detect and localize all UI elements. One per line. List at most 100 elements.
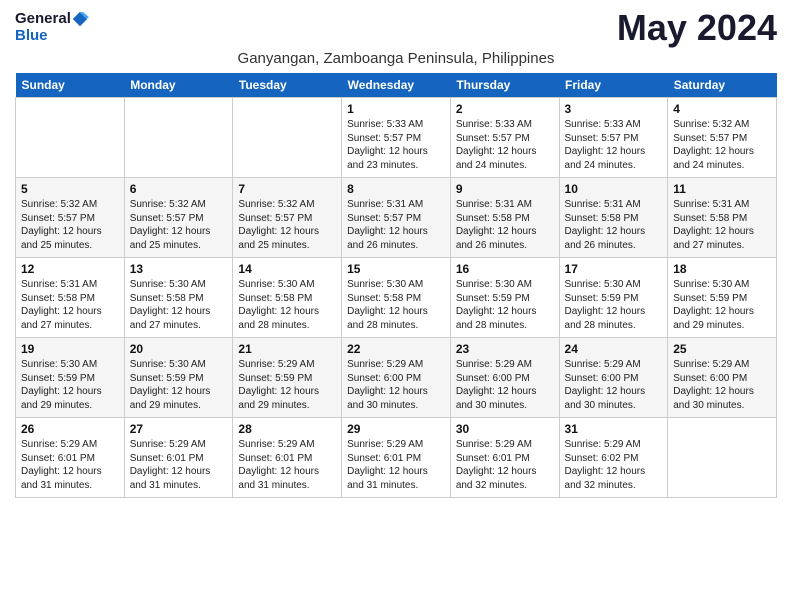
day-number: 9: [456, 182, 554, 196]
calendar-cell: 8 Sunrise: 5:31 AM Sunset: 5:57 PM Daylig…: [342, 178, 451, 258]
calendar-cell: 28 Sunrise: 5:29 AM Sunset: 6:01 PM Dayli…: [233, 418, 342, 498]
calendar-cell: 1Sunrise: 5:33 AM Sunset: 5:57 PM Daylig…: [342, 98, 451, 178]
weekday-header-sunday: Sunday: [16, 73, 125, 98]
calendar-cell: 10 Sunrise: 5:31 AM Sunset: 5:58 PM Dayli…: [559, 178, 668, 258]
calendar-cell: 29 Sunrise: 5:29 AM Sunset: 6:01 PM Dayli…: [342, 418, 451, 498]
day-info: Sunrise: 5:30 AM Sunset: 5:58 PM Dayligh…: [130, 278, 228, 332]
weekday-header-monday: Monday: [124, 73, 233, 98]
day-info: Sunrise: 5:30 AM Sunset: 5:59 PM Dayligh…: [673, 278, 771, 332]
day-info: Sunrise: 5:33 AM Sunset: 5:57 PM Dayligh…: [456, 118, 554, 172]
day-number: 26: [21, 422, 119, 436]
day-number: 18: [673, 262, 771, 276]
day-number: 14: [238, 262, 336, 276]
day-number: 7: [238, 182, 336, 196]
day-info: Sunrise: 5:29 AM Sunset: 6:00 PM Dayligh…: [347, 358, 445, 412]
day-info: Sunrise: 5:30 AM Sunset: 5:59 PM Dayligh…: [130, 358, 228, 412]
day-info: Sunrise: 5:29 AM Sunset: 6:01 PM Dayligh…: [130, 438, 228, 492]
day-number: 28: [238, 422, 336, 436]
logo-icon: [71, 10, 89, 28]
day-info: Sunrise: 5:32 AM Sunset: 5:57 PM Dayligh…: [130, 198, 228, 252]
day-info: Sunrise: 5:30 AM Sunset: 5:58 PM Dayligh…: [347, 278, 445, 332]
calendar-cell: [16, 98, 125, 178]
day-number: 8: [347, 182, 445, 196]
day-number: 23: [456, 342, 554, 356]
day-number: 17: [565, 262, 663, 276]
day-number: 15: [347, 262, 445, 276]
calendar-cell: 17 Sunrise: 5:30 AM Sunset: 5:59 PM Dayli…: [559, 258, 668, 338]
day-info: Sunrise: 5:31 AM Sunset: 5:58 PM Dayligh…: [565, 198, 663, 252]
weekday-header-friday: Friday: [559, 73, 668, 98]
day-info: Sunrise: 5:33 AM Sunset: 5:57 PM Dayligh…: [347, 118, 445, 172]
calendar-cell: 12 Sunrise: 5:31 AM Sunset: 5:58 PM Dayli…: [16, 258, 125, 338]
day-number: 3: [565, 102, 663, 116]
day-number: 16: [456, 262, 554, 276]
month-title: May 2024: [617, 10, 777, 46]
weekday-header-wednesday: Wednesday: [342, 73, 451, 98]
day-number: 20: [130, 342, 228, 356]
calendar-cell: [124, 98, 233, 178]
day-info: Sunrise: 5:32 AM Sunset: 5:57 PM Dayligh…: [21, 198, 119, 252]
day-info: Sunrise: 5:29 AM Sunset: 6:01 PM Dayligh…: [347, 438, 445, 492]
logo-general: General: [15, 11, 71, 28]
day-number: 10: [565, 182, 663, 196]
day-number: 25: [673, 342, 771, 356]
day-info: Sunrise: 5:30 AM Sunset: 5:58 PM Dayligh…: [238, 278, 336, 332]
day-info: Sunrise: 5:29 AM Sunset: 6:02 PM Dayligh…: [565, 438, 663, 492]
day-number: 13: [130, 262, 228, 276]
day-info: Sunrise: 5:30 AM Sunset: 5:59 PM Dayligh…: [456, 278, 554, 332]
calendar-cell: 11Sunrise: 5:31 AM Sunset: 5:58 PM Dayli…: [668, 178, 777, 258]
day-info: Sunrise: 5:32 AM Sunset: 5:57 PM Dayligh…: [238, 198, 336, 252]
day-number: 21: [238, 342, 336, 356]
day-info: Sunrise: 5:31 AM Sunset: 5:57 PM Dayligh…: [347, 198, 445, 252]
calendar-cell: 18 Sunrise: 5:30 AM Sunset: 5:59 PM Dayli…: [668, 258, 777, 338]
logo: General Blue: [15, 10, 89, 45]
calendar-cell: 26Sunrise: 5:29 AM Sunset: 6:01 PM Dayli…: [16, 418, 125, 498]
calendar-cell: 3 Sunrise: 5:33 AM Sunset: 5:57 PM Daylig…: [559, 98, 668, 178]
calendar-cell: 16 Sunrise: 5:30 AM Sunset: 5:59 PM Dayli…: [450, 258, 559, 338]
day-number: 4: [673, 102, 771, 116]
calendar-cell: [668, 418, 777, 498]
week-row-3: 12 Sunrise: 5:31 AM Sunset: 5:58 PM Dayli…: [16, 258, 777, 338]
calendar-cell: 4 Sunrise: 5:32 AM Sunset: 5:57 PM Daylig…: [668, 98, 777, 178]
calendar-cell: 24Sunrise: 5:29 AM Sunset: 6:00 PM Dayli…: [559, 338, 668, 418]
calendar-cell: 7 Sunrise: 5:32 AM Sunset: 5:57 PM Daylig…: [233, 178, 342, 258]
day-number: 12: [21, 262, 119, 276]
calendar-cell: 27 Sunrise: 5:29 AM Sunset: 6:01 PM Dayli…: [124, 418, 233, 498]
day-info: Sunrise: 5:31 AM Sunset: 5:58 PM Dayligh…: [21, 278, 119, 332]
day-info: Sunrise: 5:29 AM Sunset: 6:01 PM Dayligh…: [456, 438, 554, 492]
calendar-cell: 23 Sunrise: 5:29 AM Sunset: 6:00 PM Dayli…: [450, 338, 559, 418]
calendar-cell: 14 Sunrise: 5:30 AM Sunset: 5:58 PM Dayli…: [233, 258, 342, 338]
day-info: Sunrise: 5:31 AM Sunset: 5:58 PM Dayligh…: [456, 198, 554, 252]
calendar-cell: 21 Sunrise: 5:29 AM Sunset: 5:59 PM Dayli…: [233, 338, 342, 418]
day-number: 22: [347, 342, 445, 356]
calendar-cell: 2 Sunrise: 5:33 AM Sunset: 5:57 PM Daylig…: [450, 98, 559, 178]
day-info: Sunrise: 5:30 AM Sunset: 5:59 PM Dayligh…: [565, 278, 663, 332]
day-info: Sunrise: 5:29 AM Sunset: 6:00 PM Dayligh…: [565, 358, 663, 412]
weekday-header-thursday: Thursday: [450, 73, 559, 98]
day-info: Sunrise: 5:33 AM Sunset: 5:57 PM Dayligh…: [565, 118, 663, 172]
day-info: Sunrise: 5:29 AM Sunset: 5:59 PM Dayligh…: [238, 358, 336, 412]
day-number: 5: [21, 182, 119, 196]
calendar-cell: 9 Sunrise: 5:31 AM Sunset: 5:58 PM Daylig…: [450, 178, 559, 258]
week-row-2: 5 Sunrise: 5:32 AM Sunset: 5:57 PM Daylig…: [16, 178, 777, 258]
day-info: Sunrise: 5:29 AM Sunset: 6:01 PM Dayligh…: [238, 438, 336, 492]
day-info: Sunrise: 5:32 AM Sunset: 5:57 PM Dayligh…: [673, 118, 771, 172]
day-number: 29: [347, 422, 445, 436]
day-number: 19: [21, 342, 119, 356]
day-info: Sunrise: 5:29 AM Sunset: 6:00 PM Dayligh…: [456, 358, 554, 412]
weekday-header-saturday: Saturday: [668, 73, 777, 98]
calendar-cell: 30 Sunrise: 5:29 AM Sunset: 6:01 PM Dayli…: [450, 418, 559, 498]
day-number: 6: [130, 182, 228, 196]
location-title: Ganyangan, Zamboanga Peninsula, Philippi…: [15, 50, 777, 67]
day-info: Sunrise: 5:31 AM Sunset: 5:58 PM Dayligh…: [673, 198, 771, 252]
day-number: 31: [565, 422, 663, 436]
calendar-cell: 6 Sunrise: 5:32 AM Sunset: 5:57 PM Daylig…: [124, 178, 233, 258]
day-number: 27: [130, 422, 228, 436]
day-number: 30: [456, 422, 554, 436]
week-row-4: 19 Sunrise: 5:30 AM Sunset: 5:59 PM Dayli…: [16, 338, 777, 418]
day-info: Sunrise: 5:30 AM Sunset: 5:59 PM Dayligh…: [21, 358, 119, 412]
week-row-5: 26 Sunrise: 5:29 AM Sunset: 6:01 PM Dayli…: [16, 418, 777, 498]
calendar-cell: 31 Sunrise: 5:29 AM Sunset: 6:02 PM Dayli…: [559, 418, 668, 498]
day-number: 2: [456, 102, 554, 116]
calendar-cell: 22 Sunrise: 5:29 AM Sunset: 6:00 PM Dayli…: [342, 338, 451, 418]
